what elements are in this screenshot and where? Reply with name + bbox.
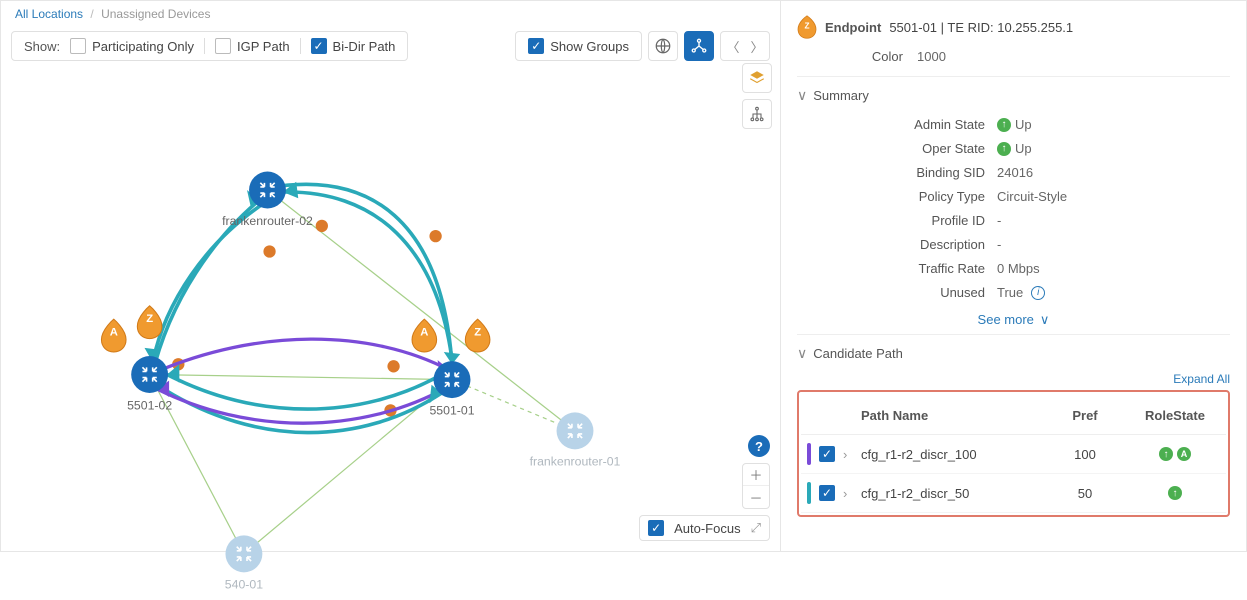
breadcrumb-root[interactable]: All Locations [15, 7, 83, 21]
table-row[interactable]: ✓ › cfg_r1-r2_discr_50 50 ↑ [801, 474, 1226, 513]
candidate-path-section-toggle[interactable]: ∨ Candidate Path [797, 345, 1230, 362]
up-arrow-icon: ↑ [997, 142, 1011, 156]
igp-path-checkbox[interactable]: IGP Path [215, 38, 290, 54]
endpoint-label: Endpoint [825, 20, 881, 35]
expand-row-icon[interactable]: › [843, 486, 861, 501]
svg-text:540-01: 540-01 [225, 578, 263, 592]
color-label: Color [797, 49, 917, 64]
breadcrumb: All Locations / Unassigned Devices [1, 1, 780, 25]
svg-text:5501-01: 5501-01 [429, 403, 474, 417]
traffic-rate-value: 0 Mbps [997, 258, 1040, 280]
node-frankenrouter-02[interactable]: frankenrouter-02 [222, 172, 313, 228]
info-icon[interactable]: i [1031, 286, 1045, 300]
unused-value: True [997, 282, 1023, 304]
color-value: 1000 [917, 49, 946, 64]
col-path-name[interactable]: Path Name [861, 408, 1040, 423]
nav-next-icon[interactable]: 〉 [745, 32, 769, 60]
nav-prev-next[interactable]: 〈 〉 [720, 31, 770, 61]
see-more-link[interactable]: See more∨ [797, 312, 1230, 328]
col-pref[interactable]: Pref [1040, 408, 1130, 423]
auto-focus-toggle[interactable]: ✓ Auto-Focus ⤢ [639, 515, 770, 541]
node-frankenrouter-01[interactable]: frankenrouter-01 [530, 412, 621, 468]
globe-view-icon[interactable] [648, 31, 678, 61]
show-groups-checkbox[interactable]: ✓Show Groups [515, 31, 642, 61]
svg-text:frankenrouter-01: frankenrouter-01 [530, 455, 621, 469]
node-540-01[interactable]: 540-01 [225, 535, 263, 591]
row-checkbox[interactable]: ✓ [819, 446, 835, 462]
breadcrumb-current: Unassigned Devices [101, 7, 210, 21]
endpoint-pin-z[interactable]: Z [137, 306, 162, 339]
bidir-path-checkbox[interactable]: ✓Bi-Dir Path [311, 38, 396, 54]
endpoint-pin-a[interactable]: A [101, 319, 126, 352]
chevron-down-icon: ∨ [797, 87, 807, 104]
oper-state-value: Up [1015, 138, 1032, 160]
endpoint-z-icon: Z [797, 15, 817, 39]
endpoint-pin-a[interactable]: A [412, 319, 437, 352]
svg-text:Z: Z [146, 313, 153, 325]
zoom-out-button[interactable]: － [743, 486, 769, 508]
recenter-icon[interactable]: ⤢ [751, 520, 761, 536]
chevron-down-icon: ∨ [797, 345, 807, 362]
pref-value: 100 [1040, 447, 1130, 462]
row-checkbox[interactable]: ✓ [819, 485, 835, 501]
up-arrow-icon: ↑ [1168, 486, 1182, 500]
svg-text:Z: Z [804, 22, 809, 31]
table-row[interactable]: ✓ › cfg_r1-r2_discr_100 100 ↑ A [801, 435, 1226, 474]
active-badge-icon: A [1177, 447, 1191, 461]
topology-view-icon[interactable] [684, 31, 714, 61]
expand-row-icon[interactable]: › [843, 447, 861, 462]
up-arrow-icon: ↑ [997, 118, 1011, 132]
summary-section-toggle[interactable]: ∨ Summary [797, 87, 1230, 104]
show-label: Show: [24, 39, 60, 54]
path-name-value: cfg_r1-r2_discr_100 [861, 447, 1040, 462]
svg-text:frankenrouter-02: frankenrouter-02 [222, 214, 313, 228]
up-arrow-icon: ↑ [1159, 447, 1173, 461]
pref-value: 50 [1040, 486, 1130, 501]
policy-type-value: Circuit-Style [997, 186, 1067, 208]
expand-all-link[interactable]: Expand All [797, 372, 1230, 386]
binding-sid-value: 24016 [997, 162, 1033, 184]
help-icon[interactable]: ? [748, 435, 770, 457]
col-role-state[interactable]: RoleState [1130, 408, 1220, 423]
participating-only-checkbox[interactable]: Participating Only [70, 38, 194, 54]
endpoint-value: 5501-01 | TE RID: 10.255.255.1 [889, 20, 1073, 35]
zoom-control: ＋ － [742, 463, 770, 509]
path-name-value: cfg_r1-r2_discr_50 [861, 486, 1040, 501]
profile-id-value: - [997, 210, 1001, 232]
chevron-down-icon: ∨ [1040, 312, 1050, 327]
svg-text:A: A [110, 327, 118, 339]
nav-prev-icon[interactable]: 〈 [721, 32, 745, 60]
zoom-in-button[interactable]: ＋ [743, 464, 769, 486]
svg-text:A: A [420, 327, 428, 339]
svg-text:Z: Z [474, 327, 481, 339]
admin-state-value: Up [1015, 114, 1032, 136]
topology-canvas[interactable]: frankenrouter-02 5501-02 5501-01 franken… [1, 67, 780, 551]
candidate-path-table: Path Name Pref RoleState ✓ › cfg_r1-r2_d… [797, 390, 1230, 517]
description-value: - [997, 234, 1001, 256]
show-filter-group: Show: Participating Only IGP Path ✓Bi-Di… [11, 31, 408, 61]
svg-text:5501-02: 5501-02 [127, 398, 172, 412]
endpoint-pin-z[interactable]: Z [465, 319, 490, 352]
